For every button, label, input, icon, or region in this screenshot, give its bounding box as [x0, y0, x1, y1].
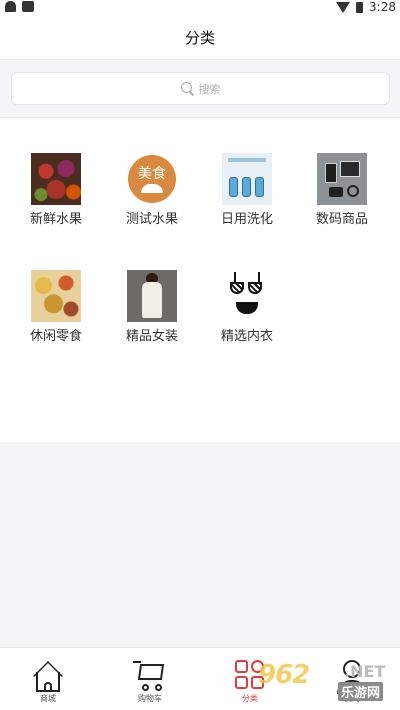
dress-shape: [142, 282, 162, 318]
lingerie-image: [222, 270, 272, 322]
cart-wheel: [155, 684, 162, 691]
nav-item-mall[interactable]: 商城: [8, 648, 88, 710]
category-item-test-fruit[interactable]: 美食 测试水果: [112, 153, 192, 233]
bottle-shape: [242, 177, 251, 197]
bottle-shape: [255, 177, 264, 197]
notification-icon: [5, 1, 16, 12]
toiletries-banner: [228, 158, 266, 162]
page-title: 分类: [184, 29, 215, 47]
tablet-shape: [340, 161, 360, 177]
cup-shape: [230, 282, 244, 294]
category-item-lingerie[interactable]: 精选内衣: [207, 270, 287, 350]
food-badge-text: 美食: [138, 165, 166, 182]
category-item-womens-wear[interactable]: 精品女装: [112, 270, 192, 350]
category-label: 日用洗化: [220, 212, 273, 227]
category-label: 数码商品: [315, 212, 368, 227]
fresh-fruit-image: [31, 153, 81, 205]
watermark-site: 乐游网: [338, 682, 384, 701]
watermark-net: .NET: [344, 662, 386, 681]
food-badge: 美食: [128, 155, 176, 203]
grid-cell: [235, 676, 248, 689]
category-grid: 新鲜水果 美食 测试水果 日用洗化 数码商品 休闲零食 精品女装 精选内衣: [0, 119, 400, 442]
headphone-shape: [347, 185, 359, 197]
search-area: 搜索: [0, 60, 400, 118]
category-label: 精品女装: [125, 329, 178, 344]
category-item-digital[interactable]: 数码商品: [302, 153, 382, 233]
category-label: 精选内衣: [220, 329, 273, 344]
cart-wheel: [142, 684, 149, 691]
status-bar: 3:28: [0, 0, 400, 16]
category-label: 休闲零食: [29, 329, 82, 344]
page-header: 分类: [0, 16, 400, 60]
dress-image: [127, 270, 177, 322]
search-placeholder: 搜索: [198, 82, 221, 96]
app-notification-icon: [22, 1, 34, 12]
category-item-snacks[interactable]: 休闲零食: [16, 270, 96, 350]
home-icon: [31, 658, 65, 696]
nav-item-cart[interactable]: 购物车: [110, 648, 190, 710]
digital-image: [317, 153, 367, 205]
system-indicators: 3:28: [336, 0, 396, 14]
toiletries-image: [222, 153, 272, 205]
camera-shape: [329, 187, 343, 197]
category-item-toiletries[interactable]: 日用洗化: [207, 153, 287, 233]
watermark-number: 962: [258, 660, 310, 690]
cloche-icon: [141, 183, 163, 193]
search-input[interactable]: 搜索: [11, 72, 390, 105]
wifi-icon: [336, 1, 351, 13]
cup-shape: [248, 282, 262, 294]
category-item-fresh-fruit[interactable]: 新鲜水果: [16, 153, 96, 233]
category-label: 新鲜水果: [29, 212, 82, 227]
battery-icon: [356, 1, 364, 13]
status-time: 3:28: [369, 0, 396, 14]
cart-basket: [137, 664, 165, 680]
grid-cell: [235, 660, 248, 673]
cart-icon: [133, 658, 167, 696]
phone-shape: [325, 163, 337, 183]
brief-shape: [236, 302, 258, 314]
search-icon: [180, 81, 195, 96]
home-door: [44, 682, 52, 692]
category-label: 测试水果: [125, 212, 178, 227]
snacks-image: [31, 270, 81, 322]
notification-icons: [5, 1, 34, 12]
watermark-logo: 962 .NET 乐游网: [258, 660, 398, 704]
cart-handle: [133, 661, 141, 663]
bottle-shape: [229, 177, 238, 197]
food-badge-image: 美食: [127, 153, 177, 205]
